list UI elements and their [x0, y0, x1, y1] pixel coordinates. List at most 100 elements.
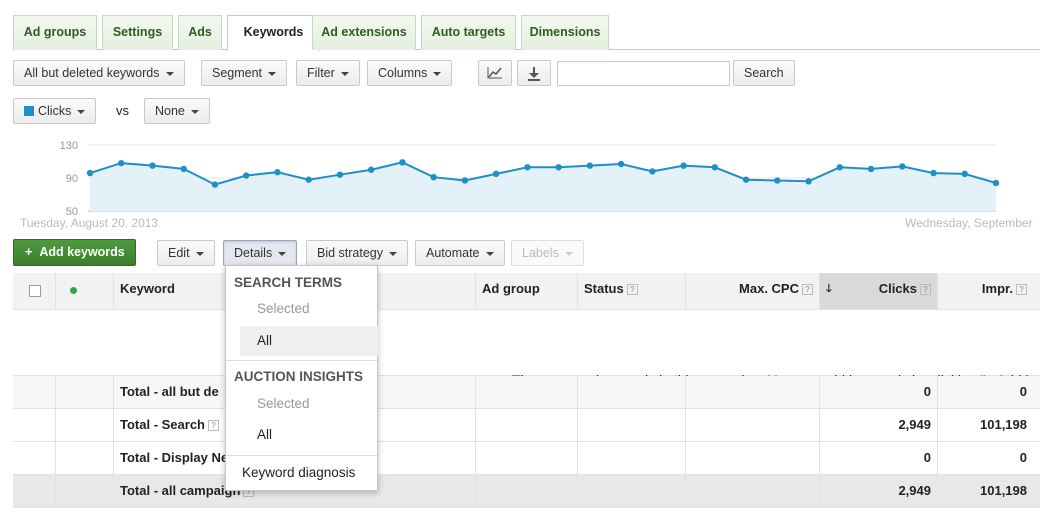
- bid-strategy-button[interactable]: Bid strategy: [306, 240, 409, 266]
- tab-ads[interactable]: Ads: [178, 15, 222, 50]
- data-point[interactable]: [180, 165, 187, 173]
- segment-label: Segment: [212, 66, 263, 80]
- total-clicks: 0: [819, 442, 937, 474]
- labels-button: Labels: [511, 240, 584, 266]
- data-point[interactable]: [742, 176, 750, 183]
- status-dot-icon: [70, 287, 77, 294]
- table-header-row: Keyword Ad group Status? Max. CPC? 🡓 Clic…: [13, 273, 1040, 310]
- data-point[interactable]: [711, 164, 719, 171]
- header-impr-label: Impr.: [981, 281, 1013, 296]
- add-keywords-label: Add keywords: [39, 245, 125, 259]
- tab-settings[interactable]: Settings: [102, 15, 173, 50]
- total-campaign-label: Total - all campaign: [120, 483, 241, 498]
- header-clicks[interactable]: 🡓 Clicks?: [819, 273, 937, 309]
- keyword-diagnosis-item[interactable]: Keyword diagnosis: [226, 458, 378, 488]
- header-ad-group-label: Ad group: [482, 281, 540, 296]
- data-point[interactable]: [774, 177, 781, 184]
- data-point[interactable]: [524, 164, 531, 171]
- secondary-metric-select[interactable]: None: [144, 98, 210, 124]
- data-point[interactable]: [555, 164, 562, 171]
- chevron-down-icon: [340, 71, 349, 76]
- auction-all-item[interactable]: All: [240, 420, 378, 450]
- help-icon[interactable]: ?: [208, 420, 220, 431]
- bid-strategy-label: Bid strategy: [317, 246, 384, 260]
- help-icon[interactable]: ?: [1016, 284, 1027, 295]
- help-icon[interactable]: ?: [920, 284, 931, 295]
- primary-metric-label: Clicks: [38, 104, 72, 118]
- help-icon[interactable]: ?: [802, 284, 813, 295]
- data-point[interactable]: [399, 159, 406, 166]
- metric-color-swatch: [24, 106, 34, 116]
- total-clicks: 2,949: [819, 475, 937, 507]
- columns-button[interactable]: Columns: [367, 60, 453, 86]
- chevron-down-icon: [195, 251, 204, 256]
- tab-bar: Ad groups Settings Ads Keywords Ad exten…: [13, 15, 1040, 51]
- data-point[interactable]: [211, 181, 219, 188]
- edit-button[interactable]: Edit: [157, 240, 215, 266]
- keyword-status-filter[interactable]: All but deleted keywords: [13, 60, 185, 86]
- header-status[interactable]: Status?: [577, 273, 685, 309]
- data-point[interactable]: [461, 177, 469, 184]
- select-all-checkbox[interactable]: [29, 285, 41, 297]
- data-point[interactable]: [617, 160, 625, 168]
- data-point[interactable]: [86, 169, 94, 177]
- data-point[interactable]: [961, 170, 968, 178]
- data-point[interactable]: [243, 172, 250, 179]
- vs-label: vs: [116, 103, 129, 118]
- y-tick-130: 130: [60, 140, 78, 152]
- segment-button[interactable]: Segment: [201, 60, 288, 86]
- data-point[interactable]: [836, 164, 843, 171]
- tab-ad-groups[interactable]: Ad groups: [13, 15, 97, 50]
- help-icon[interactable]: ?: [626, 284, 638, 295]
- search-input[interactable]: [557, 61, 730, 86]
- data-point[interactable]: [492, 170, 500, 178]
- edit-label: Edit: [168, 246, 190, 260]
- primary-metric-select[interactable]: Clicks: [13, 98, 97, 124]
- data-point[interactable]: [367, 166, 375, 173]
- search-button[interactable]: Search: [733, 60, 795, 86]
- download-icon: [528, 67, 540, 81]
- header-ad-group[interactable]: Ad group: [475, 273, 577, 309]
- tab-dimensions[interactable]: Dimensions: [521, 15, 609, 50]
- chevron-down-icon: [165, 71, 174, 76]
- tab-auto-targets[interactable]: Auto targets: [421, 15, 516, 50]
- menu-divider: [226, 360, 377, 361]
- tab-ad-extensions[interactable]: Ad extensions: [312, 15, 416, 50]
- data-point[interactable]: [805, 178, 812, 185]
- header-impr[interactable]: Impr.?: [937, 273, 1040, 309]
- data-point[interactable]: [930, 169, 937, 177]
- header-max-cpc[interactable]: Max. CPC?: [685, 273, 819, 309]
- details-button[interactable]: Details: [223, 240, 298, 266]
- total-impr: 101,198: [937, 475, 1040, 507]
- data-point[interactable]: [586, 162, 594, 169]
- data-point[interactable]: [118, 159, 125, 167]
- automate-button[interactable]: Automate: [415, 240, 505, 266]
- search-terms-heading: SEARCH TERMS: [234, 275, 343, 290]
- data-point[interactable]: [305, 176, 312, 183]
- data-point[interactable]: [680, 162, 687, 169]
- labels-label: Labels: [522, 246, 559, 260]
- total-search-label: Total - Search: [120, 417, 206, 432]
- details-label: Details: [234, 246, 273, 260]
- chart-start-date: Tuesday, August 20, 2013: [20, 216, 159, 230]
- data-point[interactable]: [649, 168, 656, 175]
- tab-keywords[interactable]: Keywords: [227, 15, 320, 51]
- line-chart-icon: [487, 67, 502, 79]
- data-point[interactable]: [336, 171, 344, 178]
- download-button[interactable]: [517, 60, 551, 86]
- filter-button[interactable]: Filter: [296, 60, 360, 86]
- filter-label: Filter: [307, 66, 335, 80]
- details-dropdown-menu: SEARCH TERMS Selected All AUCTION INSIGH…: [225, 265, 378, 491]
- data-point[interactable]: [867, 165, 875, 173]
- select-all-cell: [13, 273, 55, 309]
- add-keywords-button[interactable]: + Add keywords: [13, 239, 136, 266]
- y-tick-90: 90: [66, 173, 78, 185]
- search-terms-all-item[interactable]: All: [240, 326, 378, 356]
- data-point[interactable]: [149, 162, 156, 169]
- chart-toggle-button[interactable]: [478, 60, 512, 86]
- secondary-metric-label: None: [155, 104, 185, 118]
- data-point[interactable]: [430, 173, 437, 181]
- data-point[interactable]: [992, 179, 1000, 187]
- data-point[interactable]: [274, 169, 281, 176]
- data-point[interactable]: [899, 163, 906, 170]
